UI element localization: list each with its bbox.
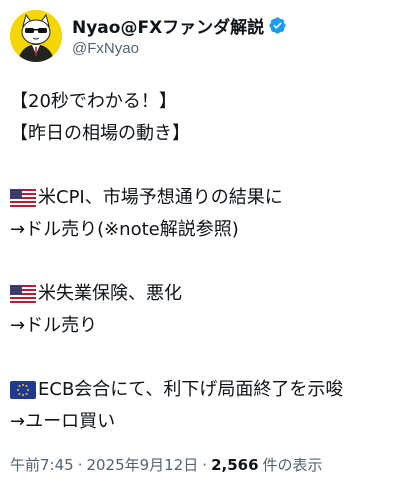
views-count[interactable]: 2,566: [211, 456, 258, 474]
tweet-line: 米失業保険、悪化: [10, 278, 405, 310]
tweet-line: 【昨日の相場の動き】: [10, 118, 405, 150]
tweet-date[interactable]: 2025年9月12日: [86, 454, 198, 475]
tweet-line-text: 米失業保険、悪化: [38, 283, 182, 304]
tweet-time[interactable]: 午前7:45: [10, 454, 74, 475]
tweet-header: Nyao@FXファンダ解説 @FxNyao: [10, 10, 405, 66]
eu-flag-icon: [10, 381, 36, 399]
tweet-meta: 午前7:45 · 2025年9月12日 · 2,566 件の表示: [10, 454, 327, 475]
tweet-line-text: 米CPI、市場予想通りの結果に: [38, 187, 283, 208]
tweet-line-text: ECB会合にて、利下げ局面終了を示唆: [38, 379, 344, 400]
tweet-line: →ユーロ買い: [10, 406, 405, 438]
tweet-text: 【20秒でわかる！】 【昨日の相場の動き】 米CPI、市場予想通りの結果に →ド…: [10, 86, 405, 438]
meta-separator: ·: [77, 455, 83, 474]
us-flag-icon: [10, 189, 36, 207]
tweet-line-text: 【昨日の相場の動き】: [10, 123, 190, 144]
tweet-line: 【20秒でわかる！】: [10, 86, 405, 118]
author-handle[interactable]: @FxNyao: [72, 40, 287, 57]
meta-separator: ·: [202, 455, 208, 474]
tweet-line: 米CPI、市場予想通りの結果に: [10, 182, 405, 214]
author-name-block: Nyao@FXファンダ解説 @FxNyao: [72, 14, 287, 57]
tweet-line: ECB会合にて、利下げ局面終了を示唆: [10, 374, 405, 406]
display-name[interactable]: Nyao@FXファンダ解説: [72, 13, 264, 38]
tweet-line: →ドル売り(※note解説参照): [10, 214, 405, 246]
us-flag-icon: [10, 285, 36, 303]
cat-in-suit-icon: [10, 10, 62, 62]
tweet-line-text: →ユーロ買い: [10, 411, 116, 432]
verified-badge-icon: [268, 16, 287, 35]
tweet-line-text: →ドル売り: [10, 315, 98, 336]
views-label[interactable]: 件の表示: [263, 454, 323, 475]
tweet-line-text: 【20秒でわかる！】: [10, 91, 177, 112]
display-name-row: Nyao@FXファンダ解説: [72, 13, 287, 38]
tweet-line-text: →ドル売り(※note解説参照): [10, 219, 239, 240]
avatar[interactable]: [10, 10, 62, 62]
tweet-line: →ドル売り: [10, 310, 405, 342]
